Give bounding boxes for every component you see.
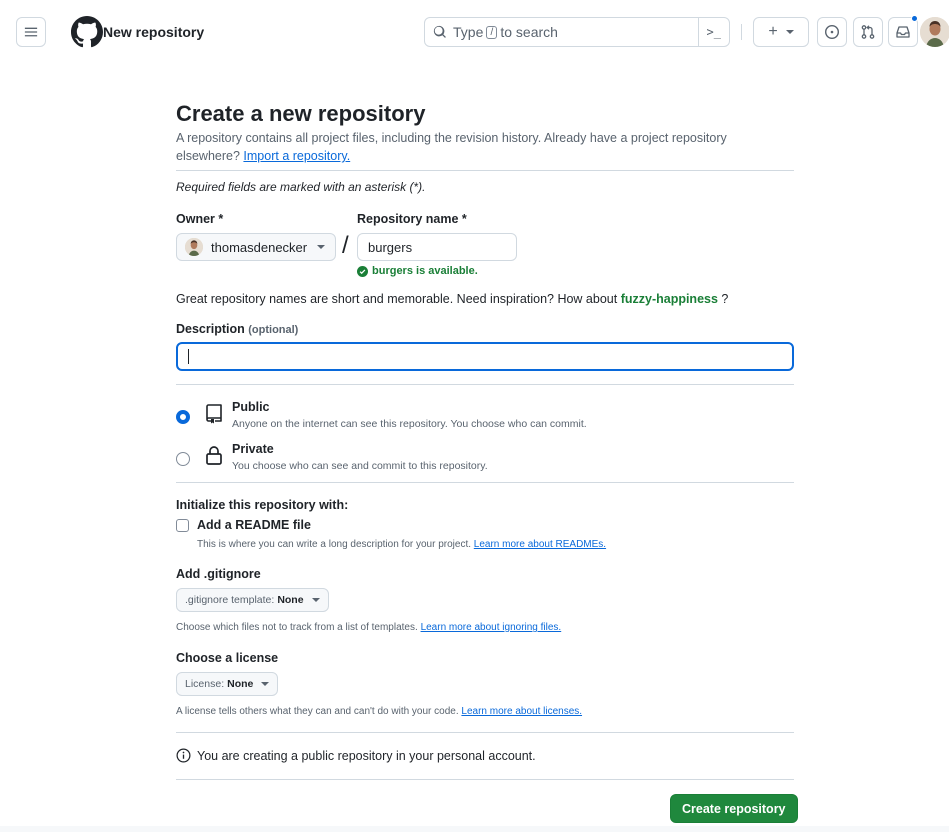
user-avatar[interactable]	[920, 17, 949, 47]
gitignore-desc: Choose which files not to track from a l…	[176, 622, 561, 633]
public-radio[interactable]	[176, 410, 190, 424]
readme-label[interactable]: Add a README file	[197, 518, 311, 532]
search-shortcut-key: /	[486, 25, 498, 39]
issue-opened-icon	[824, 24, 840, 40]
license-learn-more-link[interactable]: Learn more about licenses.	[461, 706, 582, 717]
header-title: New repository	[103, 24, 205, 40]
create-repository-button[interactable]: Create repository	[670, 794, 798, 823]
availability-status: burgers is available.	[357, 265, 478, 277]
owner-select[interactable]: thomasdenecker	[176, 233, 337, 261]
divider	[176, 170, 794, 171]
plus-icon: +	[768, 23, 778, 40]
readme-desc: This is where you can write a long descr…	[197, 539, 606, 550]
divider	[176, 384, 794, 385]
license-select-value: None	[227, 678, 254, 690]
description-label-text: Description	[176, 322, 245, 336]
license-desc: A license tells others what they can and…	[176, 706, 582, 717]
gitignore-title: Add .gitignore	[176, 567, 261, 581]
notice-text: You are creating a public repository in …	[197, 748, 536, 763]
visibility-notice: You are creating a public repository in …	[176, 748, 536, 763]
lock-icon	[206, 446, 222, 465]
description-input[interactable]	[176, 342, 794, 371]
suggested-name-link[interactable]: fuzzy-happiness	[621, 292, 718, 306]
public-option-title: Public	[232, 400, 270, 414]
optional-tag: (optional)	[248, 324, 299, 336]
license-desc-text: A license tells others what they can and…	[176, 706, 459, 717]
command-palette-icon[interactable]: >_	[697, 17, 721, 47]
check-circle-fill-icon	[357, 265, 368, 277]
description-label: Description (optional)	[176, 322, 298, 336]
pull-requests-button[interactable]	[853, 17, 883, 47]
private-option-desc: You choose who can see and commit to thi…	[232, 460, 488, 472]
owner-value: thomasdenecker	[211, 239, 308, 255]
chevron-down-icon	[311, 598, 320, 602]
gitignore-select[interactable]: .gitignore template: None	[176, 588, 329, 612]
required-fields-note: Required fields are marked with an aster…	[176, 180, 426, 194]
owner-label: Owner *	[176, 212, 224, 226]
search-suffix: to search	[500, 24, 558, 40]
chevron-down-icon	[261, 682, 270, 686]
private-option-title: Private	[232, 442, 274, 456]
page-footer-strip	[0, 826, 949, 832]
hamburger-icon	[24, 27, 38, 37]
info-icon	[176, 748, 191, 763]
menu-button[interactable]	[16, 17, 46, 47]
issues-button[interactable]	[817, 17, 847, 47]
public-option-desc: Anyone on the internet can see this repo…	[232, 418, 587, 430]
license-title: Choose a license	[176, 651, 279, 665]
owner-avatar	[185, 238, 203, 256]
search-prefix: Type	[453, 24, 484, 40]
repository-name-value: burgers	[368, 239, 413, 255]
app-header: New repository Type / to search >_ +	[0, 0, 949, 64]
private-radio[interactable]	[176, 452, 190, 466]
create-new-button[interactable]: +	[753, 17, 809, 47]
readme-checkbox[interactable]	[176, 519, 189, 532]
text-cursor	[188, 349, 189, 364]
git-pull-request-icon	[861, 25, 875, 39]
import-repository-link[interactable]: Import a repository.	[243, 149, 350, 163]
gitignore-select-label: .gitignore template:	[185, 594, 275, 606]
chevron-down-icon	[317, 245, 326, 249]
repo-icon	[206, 404, 222, 424]
availability-text: burgers is available.	[372, 265, 478, 277]
gitignore-learn-more-link[interactable]: Learn more about ignoring files.	[421, 622, 562, 633]
hint-suffix: ?	[721, 292, 729, 306]
search-input[interactable]: Type / to search >_	[424, 17, 730, 47]
repository-name-input[interactable]: burgers	[357, 233, 517, 261]
gitignore-desc-text: Choose which files not to track from a l…	[176, 622, 418, 633]
notification-indicator	[911, 15, 918, 22]
hint-prefix: Great repository names are short and mem…	[176, 292, 618, 306]
readme-learn-more-link[interactable]: Learn more about READMEs.	[474, 539, 606, 550]
name-suggestion: Great repository names are short and mem…	[176, 292, 728, 306]
license-select-label: License:	[185, 678, 225, 690]
owner-repo-separator: /	[342, 232, 349, 259]
divider	[176, 482, 794, 483]
divider	[176, 779, 794, 780]
inbox-icon	[896, 26, 910, 38]
page-intro: A repository contains all project files,…	[176, 129, 776, 165]
initialize-title: Initialize this repository with:	[176, 498, 349, 512]
page-title: Create a new repository	[176, 101, 426, 126]
license-select[interactable]: License: None	[176, 672, 279, 696]
search-icon	[433, 25, 446, 38]
readme-desc-text: This is where you can write a long descr…	[197, 539, 472, 550]
chevron-down-icon	[785, 30, 794, 34]
repository-name-label: Repository name *	[357, 212, 467, 226]
github-logo-icon[interactable]	[71, 16, 103, 48]
gitignore-select-value: None	[277, 594, 304, 606]
header-divider	[741, 24, 742, 40]
divider	[176, 732, 794, 733]
